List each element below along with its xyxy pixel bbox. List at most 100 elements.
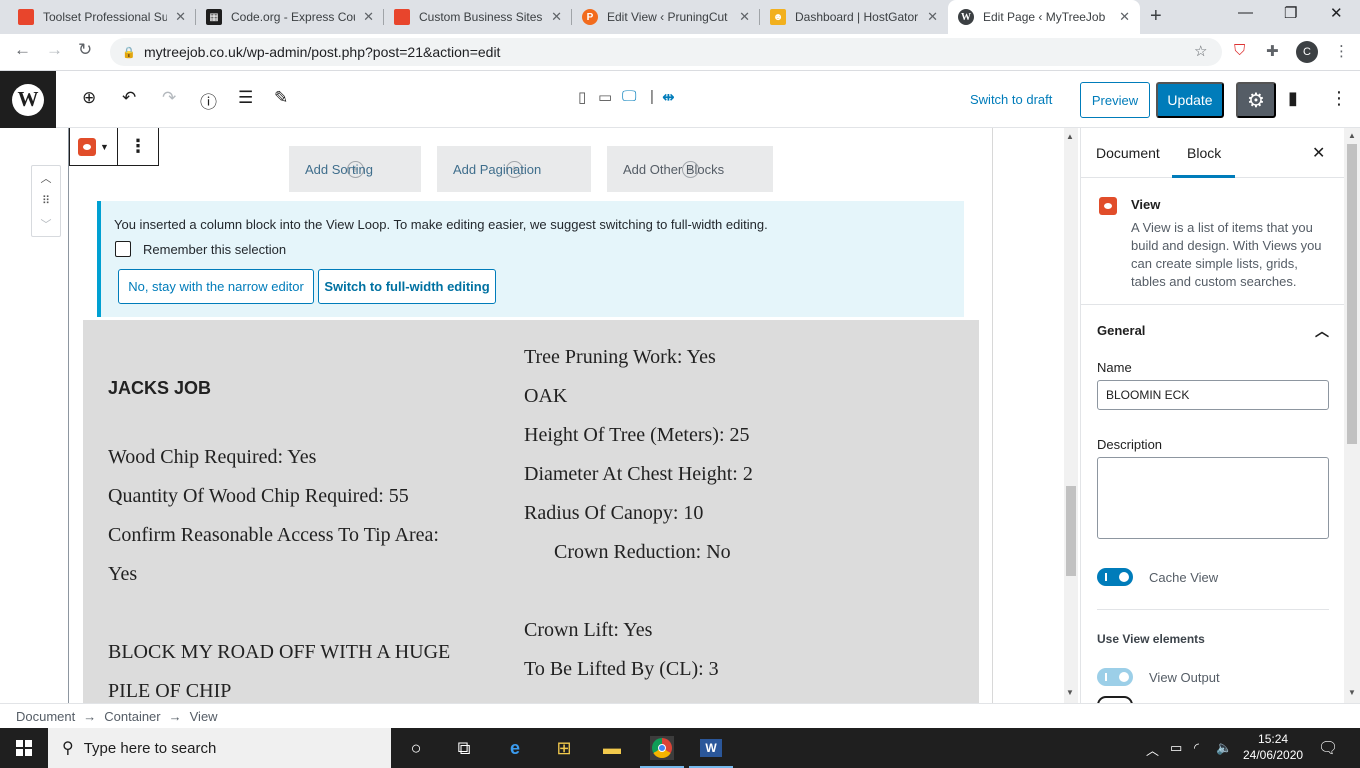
browser-tab[interactable]: ▦ Code.org - Express Cou ✕ (196, 0, 384, 34)
browser-tab-active[interactable]: W Edit Page ‹ MyTreeJob ✕ (948, 0, 1140, 34)
browser-tab[interactable]: Toolset Professional Su ✕ (8, 0, 196, 34)
redo-icon[interactable]: ↷ (162, 88, 176, 108)
view-output-toggle[interactable] (1097, 668, 1133, 686)
block-type-switcher[interactable]: ▼ (70, 128, 118, 165)
extension-shield-icon[interactable]: ⛉ (1234, 42, 1245, 59)
close-tab-icon[interactable]: ✕ (363, 9, 374, 25)
profile-avatar[interactable]: C (1296, 41, 1318, 63)
desktop-preview-icon[interactable]: 🖵 (622, 88, 636, 105)
tablet-preview-icon[interactable]: ▭ (598, 88, 612, 106)
add-block-icon[interactable]: ⊕ (82, 88, 96, 108)
browser-tab[interactable]: P Edit View ‹ PruningCut ✕ (572, 0, 760, 34)
canvas-scrollbar[interactable]: ▲ ▼ (1064, 128, 1078, 703)
start-button[interactable] (0, 728, 48, 768)
restore-icon[interactable]: ❐ (1284, 4, 1297, 22)
toolset-panel-icon[interactable]: ▮ (1288, 88, 1298, 109)
breadcrumb-document[interactable]: Document (16, 709, 75, 724)
close-tab-icon[interactable]: ✕ (551, 9, 562, 25)
word-icon[interactable]: W (689, 736, 733, 768)
browser-tab[interactable]: ☻ Dashboard | HostGator ✕ (760, 0, 948, 34)
task-view-icon[interactable]: ⧉ (452, 736, 476, 760)
wordpress-favicon-icon: W (958, 9, 974, 25)
general-panel-toggle[interactable]: General ︿ (1097, 323, 1329, 339)
close-tab-icon[interactable]: ✕ (927, 9, 938, 25)
add-pagination-button[interactable]: + Add Pagination (437, 146, 591, 192)
stay-narrow-button[interactable]: No, stay with the narrow editor (118, 269, 314, 304)
cortana-icon[interactable]: ○ (404, 736, 428, 760)
field-chest-diameter: Diameter At Chest Height: 2 (524, 463, 753, 485)
cache-view-toggle[interactable] (1097, 568, 1133, 586)
file-explorer-icon[interactable]: ▬ (600, 736, 624, 760)
scroll-down-arrow-icon[interactable]: ▼ (1348, 688, 1356, 697)
add-pagination-label: Add Pagination (453, 161, 542, 177)
switch-full-width-button[interactable]: Switch to full-width editing (318, 269, 496, 304)
new-tab-icon[interactable]: + (1150, 5, 1162, 28)
chrome-icon[interactable] (640, 736, 684, 768)
notifications-icon[interactable]: 🗨 (1318, 738, 1338, 758)
view-element-toggle[interactable] (1097, 696, 1133, 703)
breadcrumb-view[interactable]: View (190, 709, 218, 724)
close-window-icon[interactable]: ✕ (1330, 4, 1343, 22)
undo-icon[interactable]: ↶ (122, 88, 136, 108)
store-icon[interactable]: ⊞ (552, 736, 576, 760)
wifi-icon[interactable]: ◜ (1194, 740, 1199, 756)
back-icon[interactable]: ← (14, 40, 31, 60)
battery-icon[interactable]: ▭ (1170, 740, 1182, 756)
close-sidebar-icon[interactable]: ✕ (1312, 143, 1325, 163)
sidebar-scrollbar[interactable]: ▲ ▼ (1344, 128, 1360, 703)
view-description-textarea[interactable] (1097, 457, 1329, 539)
field-wood-chip: Wood Chip Required: Yes (108, 446, 317, 468)
minimize-icon[interactable]: — (1238, 4, 1253, 21)
update-button[interactable]: Update (1156, 82, 1224, 118)
wordpress-logo[interactable]: W (0, 71, 56, 128)
drag-handle-icon[interactable]: ⠿ (42, 194, 50, 207)
tab-document[interactable]: Document (1096, 145, 1160, 161)
address-bar[interactable]: 🔒 mytreejob.co.uk/wp-admin/post.php?post… (110, 38, 1222, 66)
scroll-up-arrow-icon[interactable]: ▲ (1066, 132, 1074, 141)
edge-browser-icon[interactable]: e (503, 736, 527, 760)
outline-icon[interactable]: ☰ (238, 88, 253, 108)
edit-pencil-icon[interactable]: ✎ (274, 88, 288, 108)
block-more-options-button[interactable]: ⋮ (118, 128, 158, 165)
scrollbar-thumb[interactable] (1066, 486, 1076, 576)
search-icon: ⚲ (62, 740, 74, 757)
remember-selection-checkbox[interactable]: Remember this selection (115, 241, 286, 257)
move-down-icon[interactable]: ﹀ (41, 216, 52, 232)
taskbar-search[interactable]: ⚲ Type here to search (48, 728, 391, 768)
breadcrumb-container[interactable]: Container (104, 709, 160, 724)
taskbar-clock[interactable]: 15:24 24/06/2020 (1243, 731, 1303, 763)
description-label: Description (1097, 437, 1163, 452)
move-up-icon[interactable]: ︿ (41, 170, 52, 186)
mobile-preview-icon[interactable]: ▯ (578, 88, 586, 106)
browser-menu-icon[interactable]: ⋮ (1334, 42, 1349, 60)
view-loop-item[interactable]: JACKS JOB Wood Chip Required: Yes Quanti… (83, 320, 979, 703)
show-hidden-icons-icon[interactable]: ︿ (1146, 740, 1159, 759)
toggle-on-mark (1105, 573, 1107, 581)
extensions-puzzle-icon[interactable]: ✚ (1266, 42, 1279, 60)
block-card: View A View is a list of items that you … (1081, 179, 1344, 305)
close-tab-icon[interactable]: ✕ (175, 9, 186, 25)
scroll-up-arrow-icon[interactable]: ▲ (1348, 131, 1356, 140)
add-other-blocks-button[interactable]: + Add Other Blocks (607, 146, 773, 192)
view-name-input[interactable]: BLOOMIN ECK (1097, 380, 1329, 410)
volume-icon[interactable]: 🔈 (1216, 740, 1232, 756)
column-width-icon[interactable]: ⇹ (662, 88, 675, 106)
close-tab-icon[interactable]: ✕ (739, 9, 750, 25)
bookmark-star-icon[interactable]: ☆ (1194, 42, 1207, 60)
reload-icon[interactable]: ↻ (78, 40, 92, 60)
forward-icon[interactable]: → (46, 40, 63, 60)
preview-button[interactable]: Preview (1080, 82, 1150, 118)
switch-to-draft-link[interactable]: Switch to draft (970, 92, 1052, 107)
url-text: mytreejob.co.uk/wp-admin/post.php?post=2… (144, 44, 501, 60)
settings-gear-icon[interactable]: ⚙ (1236, 82, 1276, 118)
editor-more-menu-icon[interactable]: ⋮ (1330, 88, 1348, 109)
scroll-down-arrow-icon[interactable]: ▼ (1066, 688, 1074, 697)
close-tab-icon[interactable]: ✕ (1119, 9, 1130, 25)
scrollbar-thumb[interactable] (1347, 144, 1357, 444)
info-icon[interactable]: ⓘ (200, 88, 217, 113)
field-canopy-radius: Radius Of Canopy: 10 (524, 502, 704, 524)
tab-block[interactable]: Block (1171, 145, 1236, 178)
checkbox-box[interactable] (115, 241, 131, 257)
browser-tab[interactable]: Custom Business Sites ✕ (384, 0, 572, 34)
add-sorting-button[interactable]: + Add Sorting (289, 146, 421, 192)
